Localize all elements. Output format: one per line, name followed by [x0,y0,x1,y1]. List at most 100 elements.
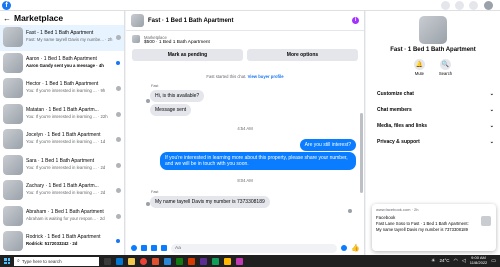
seen-avatar [116,137,121,142]
listing-thumbnail[interactable] [131,14,144,27]
taskbar-search[interactable]: ⌕ Type here to search [14,256,99,266]
chat-scrollbar[interactable] [360,51,363,246]
mark-pending-button[interactable]: Mark as pending [132,49,243,61]
section-customize-chat[interactable]: Customize chat ⌄ [366,86,500,102]
section-privacy-support[interactable]: Privacy & support ⌄ [366,134,500,150]
notification-body: Fast Lane Soso to Fast · 1 Bed 1 Bath Ap… [376,221,469,232]
listing-thumbnail [3,205,23,226]
microphone-icon[interactable] [131,245,137,251]
preview-text: Abraham is waiting for your respon... [26,215,96,221]
conversation-item[interactable]: Zachary · 1 Bed 1 Bath Apartm... You: If … [0,178,124,204]
chevron-down-icon: ⌄ [489,123,494,129]
messenger-icon[interactable] [455,1,464,10]
conversation-name: Hector · 1 Bed 1 Bath Apartment [26,81,99,87]
seen-avatar [116,111,121,117]
mute-button[interactable]: 🔔 Mute [413,59,425,76]
clock[interactable]: 9:00 AM 11/8/2022 [470,255,488,265]
conversation-item[interactable]: Fast - 1 Bed 1 Bath Apartment Fast: My na… [0,25,124,51]
app-icon[interactable] [164,257,171,265]
app-icon[interactable] [224,257,231,265]
image-icon[interactable] [141,245,147,251]
listing-thumbnail [3,27,23,47]
chevron-down-icon: ⌄ [489,91,494,97]
app-icon[interactable] [176,257,183,265]
conversation-name: Abraham · 1 Bed 1 Bath Apartment [26,208,104,215]
volume-icon[interactable]: ◁ [462,258,466,264]
conversation-item[interactable]: Rodrick · 1 Bed 1 Bath Apartment Rodrick:… [0,229,124,255]
search-button[interactable]: 🔍 Search [439,59,452,76]
conversation-time: 2h [107,37,113,42]
listing-summary[interactable]: Marketplace $500 · 1 Bed 1 Bath Apartmen… [132,35,358,45]
wifi-icon[interactable]: ◠ [454,258,458,264]
notifications-icon[interactable] [469,1,478,10]
conversation-sidebar: ← Marketplace Fast - 1 Bed 1 Bath Apartm… [0,11,125,255]
windows-start-icon[interactable] [4,258,10,264]
conversation-preview: You: If you're interested in learning ..… [26,190,106,195]
emoji-icon[interactable] [341,245,348,251]
sticker-icon[interactable] [151,245,157,251]
app-icon[interactable] [212,257,219,265]
menu-icon[interactable] [441,1,450,10]
chat-title[interactable]: Fast · 1 Bed 1 Bath Apartment [148,18,348,24]
windows-taskbar: ⌕ Type here to search ☀ 24°C ◠ ◁ 9:00 AM… [0,255,500,267]
section-label: Media, files and links [377,123,428,129]
listing-thumbnail [3,103,23,124]
conversation-item[interactable]: Jocelyn · 1 Bed 1 Bath Apartment You: If … [0,127,124,153]
notification-toast[interactable]: www.facebook.com · 2h Facebook Fast Lane… [372,204,496,251]
conversation-name: Sara · 1 Bed 1 Bath Apartment [26,157,95,164]
section-chat-members[interactable]: Chat members ⌄ [366,102,500,118]
back-arrow-icon[interactable]: ← [3,14,11,23]
message-bubble-in: Hi, is this available? [150,90,205,103]
sender-avatar [146,99,150,103]
listing-image[interactable] [419,16,447,44]
file-explorer-icon[interactable] [128,257,135,265]
seen-avatar [116,162,121,168]
conversation-text: Abraham · 1 Bed 1 Bath Apartment Abraham … [26,206,121,222]
message-bubble-in: Message sent [150,104,192,117]
listing-thumbnail [3,180,23,200]
weather-icon[interactable]: ☀ [431,258,435,264]
message-bubble-out: Are you still interest? [299,139,356,152]
message-input[interactable]: Aa [171,243,338,253]
seen-avatar [116,213,121,219]
preview-text: You: If you're interested in learning ..… [26,164,97,170]
facebook-logo-icon[interactable]: f [2,1,11,10]
sender-name: Fast [151,84,159,88]
app-icon[interactable] [236,257,243,265]
listing-thumbnail [3,231,23,251]
conversation-text: Jocelyn · 1 Bed 1 Bath Apartment You: If … [26,129,121,145]
preview-text: Rodrick: 5172033242 [26,241,69,246]
view-buyer-profile-link[interactable]: View buyer profile [248,74,284,79]
section-media-files[interactable]: Media, files and links ⌄ [366,118,500,134]
chat-header: Fast · 1 Bed 1 Bath Apartment i [126,11,364,31]
gif-icon[interactable] [161,245,167,251]
info-icon[interactable]: i [352,17,359,24]
listing-thumbnail [3,129,23,149]
app-icon[interactable] [188,257,195,265]
conversation-item[interactable]: Hector · 1 Bed 1 Bath Apartment You: If y… [0,76,124,102]
app-icon[interactable] [200,257,207,265]
like-icon[interactable]: 👍 [351,244,360,252]
profile-avatar[interactable] [484,1,493,10]
chat-started-notice: Fast started this chat. View buyer profi… [126,74,364,79]
temperature[interactable]: 24°C [439,258,449,263]
conversation-preview: Fast: My name tayrell Davis my numbe... … [26,37,113,42]
conversation-item[interactable]: Sara · 1 Bed 1 Bath Apartment You: If you… [0,153,124,179]
conversation-text: Fast - 1 Bed 1 Bath Apartment Fast: My na… [26,27,121,43]
seen-avatar [116,35,121,40]
chrome-icon[interactable] [140,257,147,265]
compose-bar: Aa 👍 [126,241,365,255]
task-view-icon[interactable] [104,257,111,265]
conversation-item[interactable]: Abraham · 1 Bed 1 Bath Apartment Abraham … [0,204,124,230]
app-icon[interactable] [152,257,159,265]
conversation-text: Hector · 1 Bed 1 Bath Apartment You: If y… [26,78,121,94]
chat-started-text: Fast started this chat. [206,74,247,79]
search-label: Search [438,71,453,76]
conversation-item[interactable]: Matatan · 1 Bed 1 Bath Apartm... You: If … [0,102,124,128]
conversation-name: Jocelyn · 1 Bed 1 Bath Apartment [26,132,101,138]
conversation-item[interactable]: Aaron · 1 Bed 1 Bath Apartment Aaron Gand… [0,51,124,77]
more-options-button[interactable]: More options [247,49,358,61]
sidebar-header: ← Marketplace [0,11,124,25]
notification-center-icon[interactable]: ▭ [491,258,496,264]
edge-icon[interactable] [116,257,123,265]
